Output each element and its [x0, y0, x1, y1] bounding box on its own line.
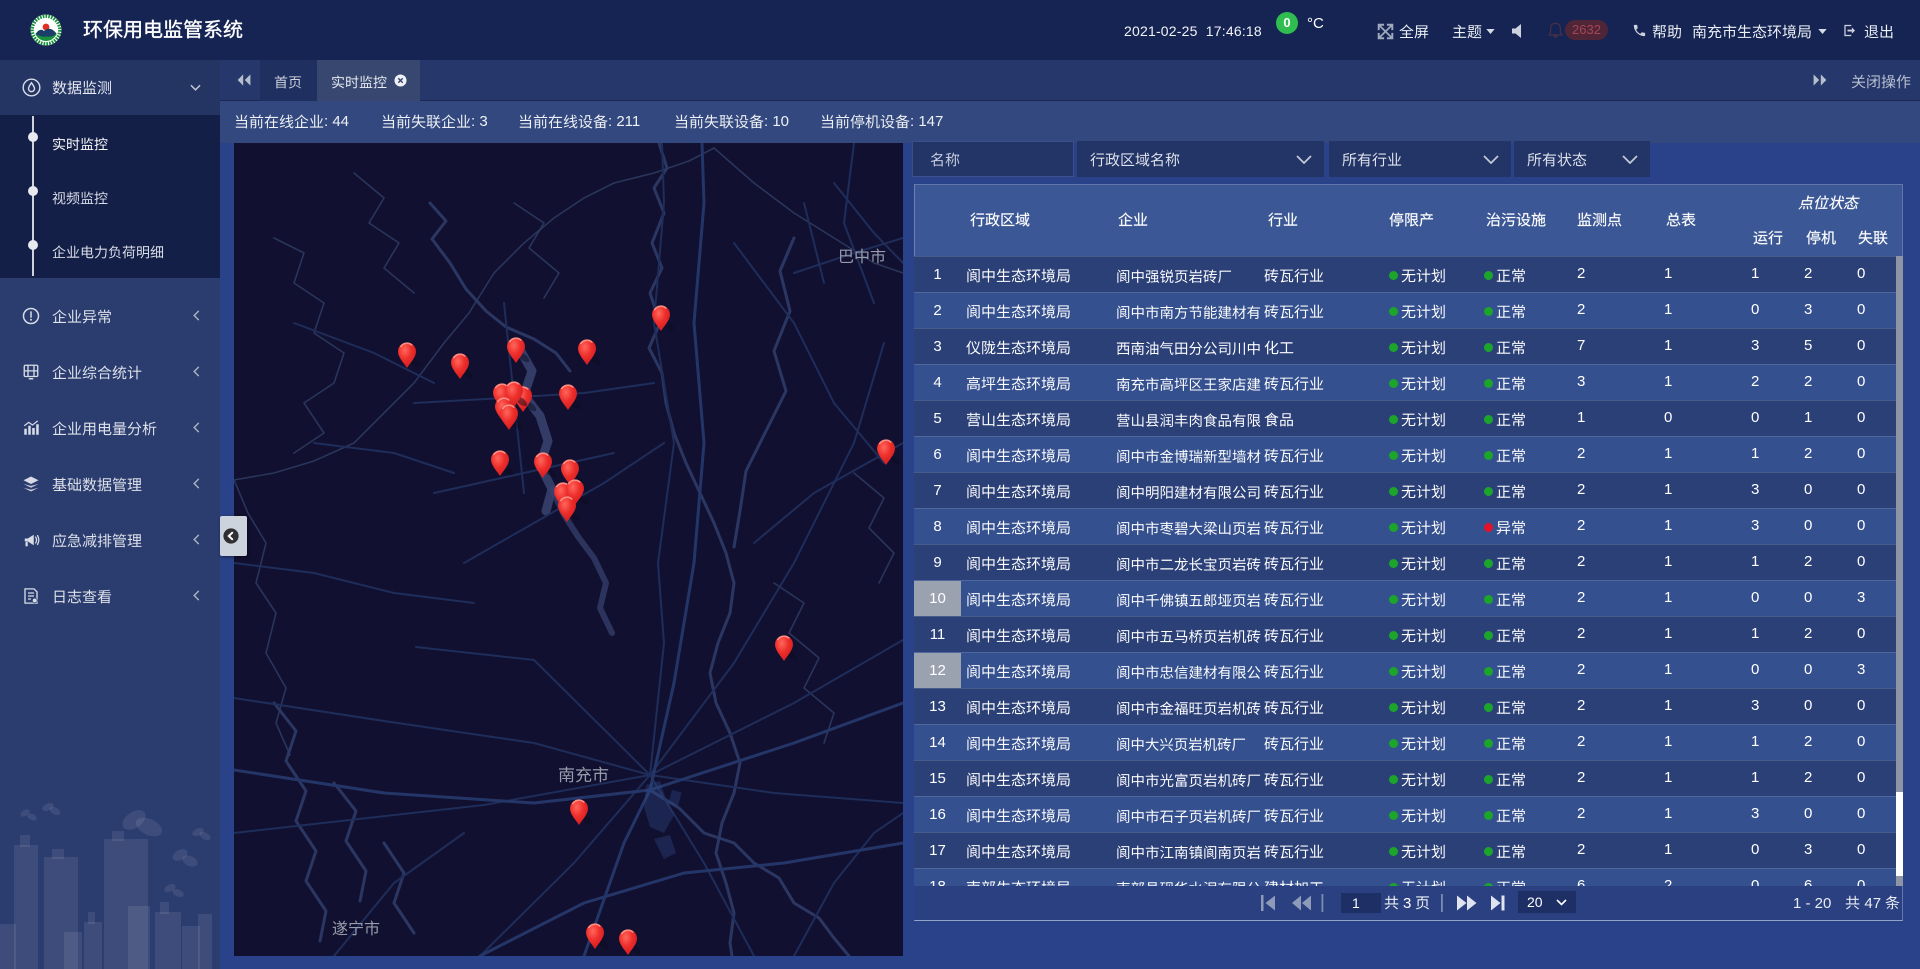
svg-text:1: 1 — [1352, 895, 1360, 911]
